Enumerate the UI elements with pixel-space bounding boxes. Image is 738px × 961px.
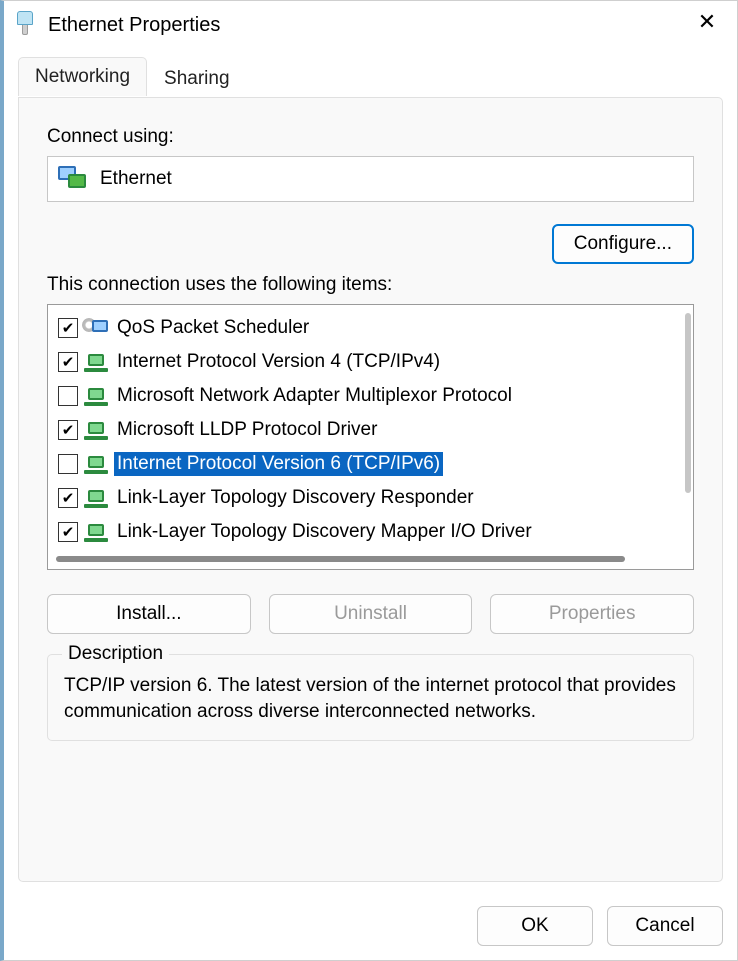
description-legend: Description bbox=[62, 643, 169, 665]
list-item-label: Internet Protocol Version 6 (TCP/IPv6) bbox=[114, 452, 443, 476]
checkbox[interactable] bbox=[58, 318, 78, 338]
list-item[interactable]: Internet Protocol Version 6 (TCP/IPv6) bbox=[54, 447, 687, 481]
properties-button: Properties bbox=[490, 594, 694, 634]
adapter-name: Ethernet bbox=[100, 168, 172, 190]
items-label: This connection uses the following items… bbox=[47, 274, 694, 296]
protocol-icon bbox=[84, 386, 108, 406]
ethernet-plug-icon bbox=[14, 11, 36, 39]
cancel-button[interactable]: Cancel bbox=[607, 906, 723, 946]
list-item[interactable]: Internet Protocol Version 4 (TCP/IPv4) bbox=[54, 345, 687, 379]
checkbox[interactable] bbox=[58, 386, 78, 406]
protocol-icon bbox=[84, 454, 108, 474]
checkbox[interactable] bbox=[58, 352, 78, 372]
network-adapter-icon bbox=[58, 166, 90, 192]
ethernet-properties-window: Ethernet Properties ✕ Networking Sharing… bbox=[0, 0, 738, 961]
protocol-icon bbox=[84, 522, 108, 542]
tab-sharing[interactable]: Sharing bbox=[147, 59, 247, 98]
titlebar: Ethernet Properties ✕ bbox=[4, 1, 737, 55]
scrollbar-vertical[interactable] bbox=[683, 309, 693, 547]
list-item[interactable]: Microsoft LLDP Protocol Driver bbox=[54, 413, 687, 447]
qos-icon bbox=[84, 318, 108, 338]
window-title: Ethernet Properties bbox=[48, 14, 220, 37]
list-item-label: Microsoft LLDP Protocol Driver bbox=[114, 418, 380, 442]
list-item-label: Internet Protocol Version 4 (TCP/IPv4) bbox=[114, 350, 443, 374]
list-item-label: Link-Layer Topology Discovery Mapper I/O… bbox=[114, 520, 535, 544]
connect-using-label: Connect using: bbox=[47, 126, 694, 148]
list-item[interactable]: Link-Layer Topology Discovery Mapper I/O… bbox=[54, 515, 687, 549]
install-button[interactable]: Install... bbox=[47, 594, 251, 634]
list-item[interactable]: Microsoft Network Adapter Multiplexor Pr… bbox=[54, 379, 687, 413]
adapter-selector[interactable]: Ethernet bbox=[47, 156, 694, 202]
item-action-buttons: Install... Uninstall Properties bbox=[47, 594, 694, 634]
ok-button[interactable]: OK bbox=[477, 906, 593, 946]
protocol-icon bbox=[84, 352, 108, 372]
list-item-label: Link-Layer Topology Discovery Responder bbox=[114, 486, 477, 510]
list-item-label: QoS Packet Scheduler bbox=[114, 316, 312, 340]
list-item[interactable]: Link-Layer Topology Discovery Responder bbox=[54, 481, 687, 515]
uninstall-button: Uninstall bbox=[269, 594, 473, 634]
checkbox[interactable] bbox=[58, 420, 78, 440]
configure-button[interactable]: Configure... bbox=[552, 224, 694, 264]
scrollbar-horizontal[interactable] bbox=[56, 555, 675, 563]
list-item[interactable]: QoS Packet Scheduler bbox=[54, 311, 687, 345]
description-group: Description TCP/IP version 6. The latest… bbox=[47, 654, 694, 741]
dialog-body: Networking Sharing Connect using: Ethern… bbox=[4, 55, 737, 896]
items-listbox[interactable]: QoS Packet Scheduler Internet Protocol Ve… bbox=[47, 304, 694, 570]
checkbox[interactable] bbox=[58, 522, 78, 542]
close-icon[interactable]: ✕ bbox=[687, 7, 727, 43]
description-text: TCP/IP version 6. The latest version of … bbox=[64, 673, 677, 724]
tab-panel-networking: Connect using: Ethernet Configure... Thi… bbox=[18, 97, 723, 882]
protocol-icon bbox=[84, 488, 108, 508]
checkbox[interactable] bbox=[58, 488, 78, 508]
dialog-buttons: OK Cancel bbox=[4, 896, 737, 960]
protocol-icon bbox=[84, 420, 108, 440]
checkbox[interactable] bbox=[58, 454, 78, 474]
list-item-label: Microsoft Network Adapter Multiplexor Pr… bbox=[114, 384, 515, 408]
tab-networking[interactable]: Networking bbox=[18, 57, 147, 96]
tabstrip: Networking Sharing bbox=[18, 55, 723, 95]
